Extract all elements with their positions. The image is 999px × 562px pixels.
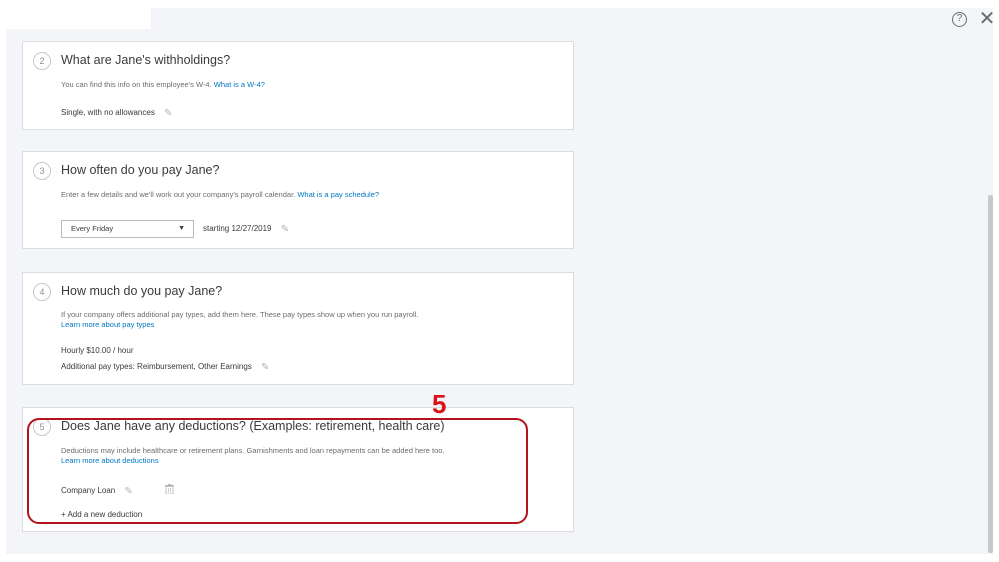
hourly-rate: Hourly $10.00 / hour: [61, 346, 134, 355]
start-date-row: starting 12/27/2019 ✎: [203, 224, 289, 235]
title-placeholder: [6, 5, 151, 29]
description-text: Enter a few details and we'll work out y…: [61, 190, 296, 199]
start-date-text: starting 12/27/2019: [203, 224, 272, 233]
scrollbar[interactable]: [988, 40, 993, 554]
w4-help-link[interactable]: What is a W-4?: [214, 80, 265, 89]
annotation-highlight: [27, 418, 528, 524]
scroll-thumb[interactable]: [988, 195, 993, 553]
pay-types-card: 4 How much do you pay Jane? If your comp…: [22, 272, 574, 385]
pay-frequency-value: Every Friday: [71, 224, 114, 233]
card-description: Enter a few details and we'll work out y…: [61, 190, 379, 199]
additional-pay-types: Additional pay types: Reimbursement, Oth…: [61, 362, 252, 371]
card-description: If your company offers additional pay ty…: [61, 310, 419, 319]
card-title: How much do you pay Jane?: [61, 284, 223, 298]
description-text: You can find this info on this employee'…: [61, 80, 212, 89]
step-number: 2: [33, 52, 51, 70]
pencil-icon[interactable]: ✎: [261, 362, 269, 373]
pay-frequency-select[interactable]: Every Friday ▼: [61, 220, 194, 238]
close-icon[interactable]: ✕: [978, 8, 996, 28]
pencil-icon[interactable]: ✎: [164, 108, 172, 119]
withholdings-card: 2 What are Jane's withholdings? You can …: [22, 41, 574, 130]
chevron-down-icon: ▼: [178, 225, 185, 232]
pencil-icon[interactable]: ✎: [281, 224, 289, 235]
card-description: You can find this info on this employee'…: [61, 80, 265, 89]
pay-schedule-help-link[interactable]: What is a pay schedule?: [297, 190, 379, 199]
additional-pay-types-row: Additional pay types: Reimbursement, Oth…: [61, 362, 269, 373]
question-circle-icon[interactable]: ?: [952, 12, 967, 27]
withholding-value-row: Single, with no allowances ✎: [61, 108, 172, 119]
step-number: 4: [33, 283, 51, 301]
pay-schedule-card: 3 How often do you pay Jane? Enter a few…: [22, 151, 574, 249]
card-title: How often do you pay Jane?: [61, 163, 220, 177]
annotation-number: 5: [432, 389, 447, 419]
withholding-value: Single, with no allowances: [61, 108, 155, 117]
card-title: What are Jane's withholdings?: [61, 53, 231, 67]
pay-types-help-link[interactable]: Learn more about pay types: [61, 320, 154, 329]
step-number: 3: [33, 162, 51, 180]
